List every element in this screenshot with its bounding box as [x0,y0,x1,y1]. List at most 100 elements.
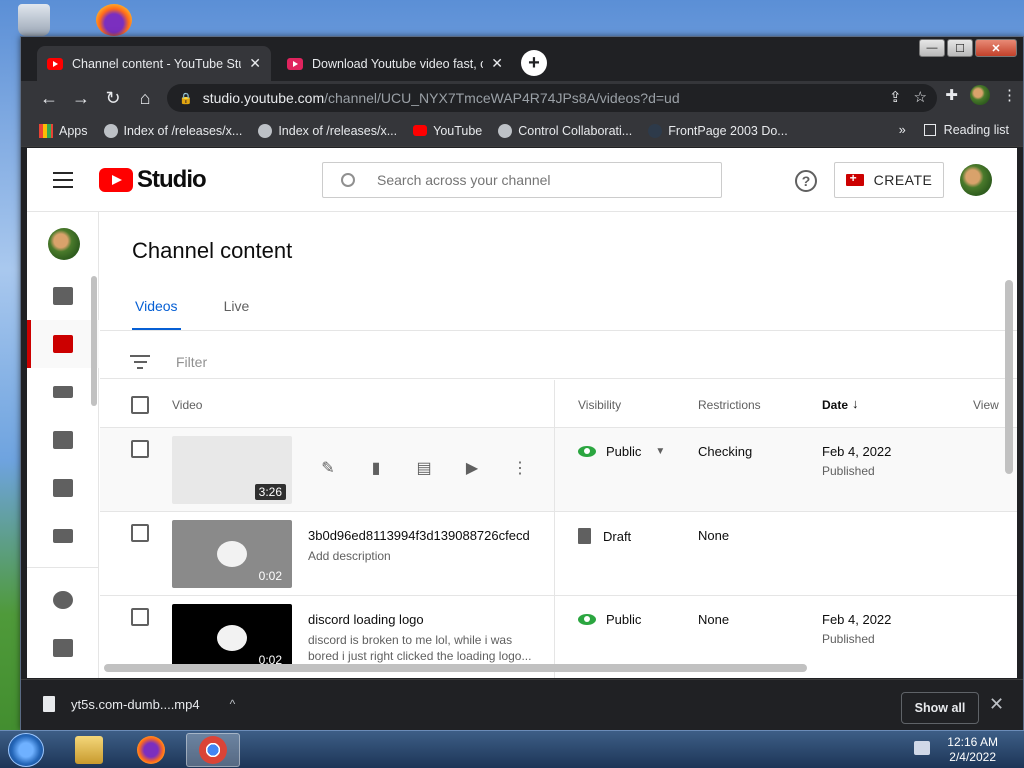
bookmark-frontpage[interactable]: FrontPage 2003 Do... [648,123,788,138]
close-window-button[interactable]: ✕ [975,39,1017,57]
share-icon[interactable]: ⇪ [889,88,902,106]
visibility-dropdown[interactable]: Public ▼ [578,444,665,459]
sidebar-divider [27,567,99,568]
table-row[interactable]: 3:26 ✎ ▮ ▤ ▶ ⋮ Public ▼ Checking Feb 4, … [100,428,1017,512]
address-host: studio.youtube.com [202,90,325,106]
system-clock[interactable]: 12:16 AM 2/4/2022 [947,735,998,765]
sidebar-subtitles[interactable] [27,512,99,560]
horizontal-scrollbar[interactable] [104,664,807,672]
search-input[interactable] [377,172,677,188]
row-checkbox[interactable] [131,440,149,458]
row-checkbox[interactable] [131,524,149,542]
restrictions-value: Checking [698,444,753,459]
bookmark-control-collab[interactable]: Control Collaborati... [498,123,633,138]
minimize-button[interactable]: — [919,39,945,57]
address-bar[interactable]: 🔒 studio.youtube.com/channel/UCU_NYX7Tmc… [167,84,937,112]
new-tab-button[interactable]: + [521,50,547,76]
column-date[interactable]: Date [822,398,848,412]
chevron-up-icon[interactable]: ^ [230,697,236,711]
extensions-puzzle-icon[interactable]: ✚ [945,86,958,104]
sidebar-content[interactable] [27,320,99,368]
more-options-icon[interactable]: ⋮ [510,458,530,478]
account-avatar[interactable] [960,164,992,196]
create-label: CREATE [873,172,933,188]
row-checkbox[interactable] [131,608,149,626]
sidebar-analytics[interactable] [27,416,99,464]
recycle-bin-icon[interactable] [18,4,50,36]
table-row[interactable]: 0:02 3b0d96ed8113994f3d139088726cfecd Ad… [100,512,1017,596]
forward-button[interactable]: → [65,83,97,113]
studio-logo[interactable]: Studio [99,166,207,194]
column-views[interactable]: View [973,398,999,412]
taskbar-explorer[interactable] [62,733,116,767]
video-title[interactable]: discord loading logo [308,612,424,627]
video-thumbnail[interactable]: 0:02 [172,520,292,588]
sidebar-settings[interactable] [27,576,99,624]
channel-avatar[interactable] [48,228,80,260]
bookmarks-overflow-button[interactable]: » [899,123,906,137]
sort-arrow-icon[interactable]: ↓ [852,396,859,411]
taskbar-chrome[interactable] [186,733,240,767]
chrome-menu-icon[interactable]: ⋮ [1002,86,1017,104]
close-download-bar-icon[interactable]: ✕ [989,694,1004,715]
bookmark-star-icon[interactable]: ☆ [914,88,927,106]
video-thumbnail[interactable]: 0:02 [172,604,292,672]
tab-strip: Channel content - YouTube Studio ✕ Downl… [21,37,1023,81]
column-visibility[interactable]: Visibility [578,398,621,412]
tab-channel-content[interactable]: Channel content - YouTube Studio ✕ [37,46,271,81]
studio-header: Studio ? CREATE [27,148,1017,212]
home-button[interactable]: ⌂ [129,83,161,113]
sidebar-feedback[interactable] [27,624,99,672]
channel-search[interactable] [322,162,722,198]
sidebar-scrollbar[interactable] [91,276,97,406]
bookmark-label: Control Collaborati... [518,123,633,138]
youtube-play-icon[interactable]: ▶ [462,458,482,478]
create-button[interactable]: CREATE [834,162,944,198]
tab-download-youtube[interactable]: Download Youtube video fast, convert... … [277,46,513,81]
reload-button[interactable]: ↻ [97,83,129,113]
bookmark-youtube[interactable]: YouTube [413,124,482,138]
show-all-button[interactable]: Show all [901,692,979,724]
tab-videos[interactable]: Videos [132,298,181,331]
publish-status: Published [822,464,875,478]
maximize-button[interactable]: ☐ [947,39,973,57]
network-tray-icon[interactable] [914,741,930,755]
start-button[interactable] [8,733,44,767]
reading-list-button[interactable]: Reading list [923,123,1009,137]
bookmark-apps[interactable]: Apps [39,123,88,138]
video-description[interactable]: discord is broken to me lol, while i was… [308,632,543,664]
filter-bar[interactable]: Filter [130,354,207,370]
tabs-divider [100,330,1017,331]
taskbar-firefox[interactable] [124,733,178,767]
comments-icon[interactable]: ▤ [414,458,434,478]
close-tab-icon[interactable]: ✕ [249,55,261,72]
sidebar-comments[interactable] [27,464,99,512]
firefox-icon [137,736,165,764]
close-tab-icon[interactable]: ✕ [491,55,503,72]
vertical-scrollbar[interactable] [1005,280,1013,474]
bookmark-index-2[interactable]: Index of /releases/x... [258,123,397,138]
visibility-dropdown[interactable]: Public [578,612,641,627]
video-thumbnail[interactable]: 3:26 [172,436,292,504]
analytics-icon[interactable]: ▮ [366,458,386,478]
sidebar-playlists[interactable] [27,368,99,416]
windows-taskbar: 12:16 AM 2/4/2022 [0,730,1024,768]
date-value: Feb 4, 2022 [822,612,892,627]
bookmark-label: Apps [59,123,88,138]
firefox-desktop-icon[interactable] [96,4,132,36]
bookmark-index-1[interactable]: Index of /releases/x... [103,123,242,138]
column-restrictions[interactable]: Restrictions [698,398,761,412]
sidebar-dashboard[interactable] [27,272,99,320]
back-button[interactable]: ← [33,83,65,113]
video-title[interactable]: 3b0d96ed8113994f3d139088726cfecd [308,528,530,543]
video-description[interactable]: Add description [308,548,543,564]
help-icon[interactable]: ? [795,170,817,192]
menu-hamburger-icon[interactable] [53,172,73,188]
edit-pencil-icon[interactable]: ✎ [318,458,338,478]
download-item[interactable]: yt5s.com-dumb....mp4 ^ [43,696,235,712]
tab-live[interactable]: Live [221,298,253,331]
select-all-checkbox[interactable] [131,396,149,414]
folder-icon [75,736,103,764]
filter-icon[interactable] [130,355,150,369]
profile-avatar[interactable] [970,85,990,105]
